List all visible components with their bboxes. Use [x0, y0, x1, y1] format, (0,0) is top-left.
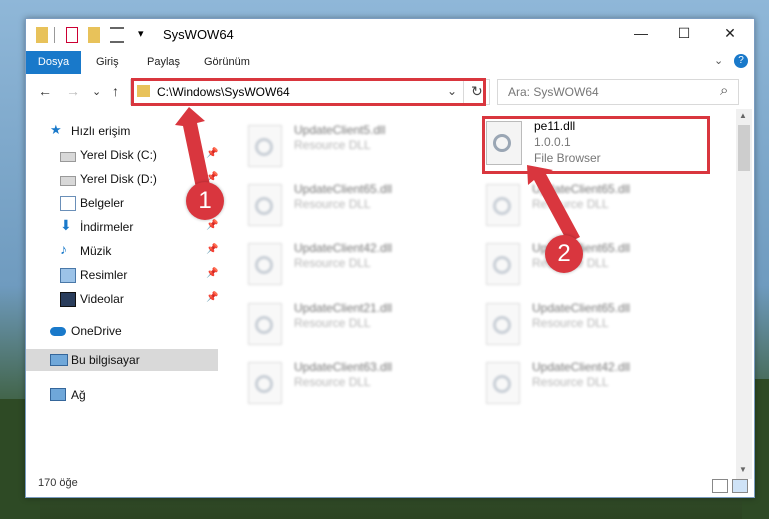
annotation-arrows — [175, 107, 580, 243]
arrow-1-icon — [175, 107, 210, 188]
arrow-2-icon — [527, 165, 580, 243]
step-badge-1: 1 — [186, 182, 224, 220]
step-badge-2: 2 — [545, 235, 583, 273]
